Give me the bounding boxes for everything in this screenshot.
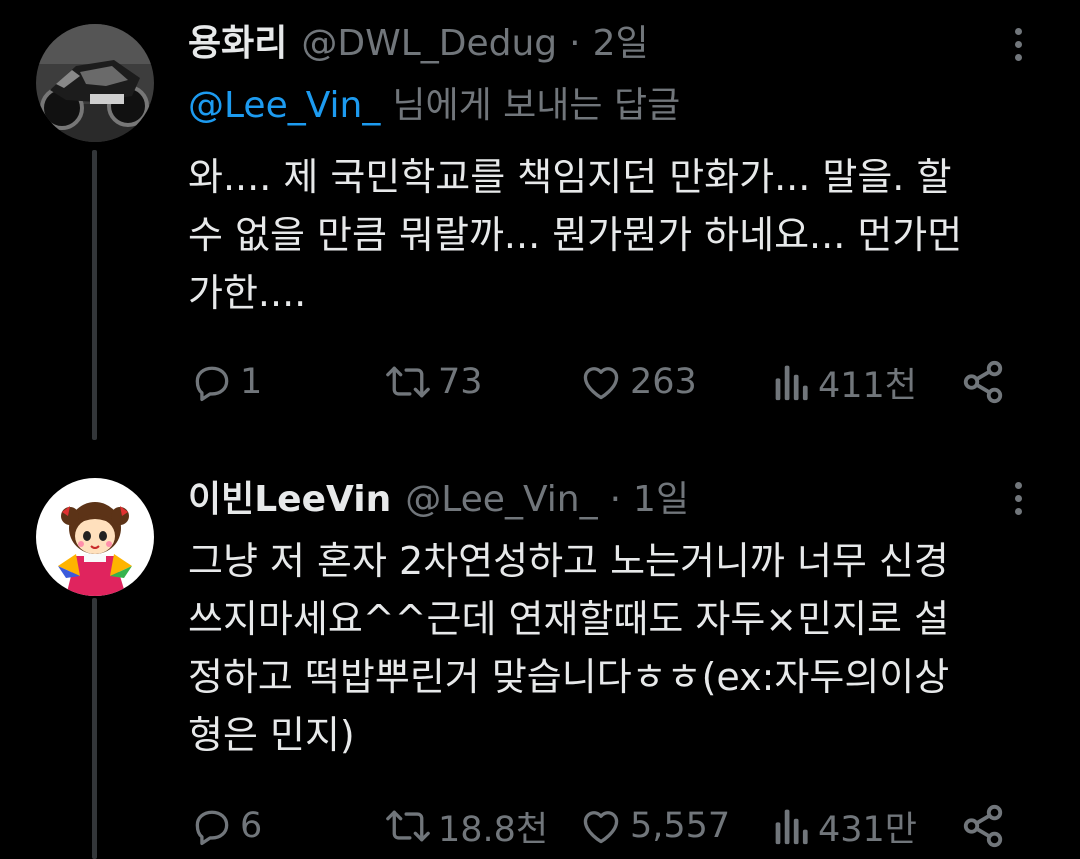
like-count: 5,557: [630, 806, 731, 846]
more-dot-icon: [1014, 507, 1022, 515]
more-dot-icon: [1014, 494, 1022, 502]
views-button[interactable]: 411천: [772, 354, 917, 410]
views-chart-icon: [775, 809, 808, 845]
heart-icon: [583, 367, 619, 400]
views-button[interactable]: 431만: [772, 798, 917, 854]
retweet-button[interactable]: 18.8천: [384, 798, 548, 854]
user-handle[interactable]: @DWL_Dedug: [301, 20, 557, 68]
more-dot-icon: [1014, 40, 1022, 48]
retweet-button[interactable]: 73: [384, 354, 483, 410]
more-options-button[interactable]: [998, 474, 1038, 522]
separator-dot: ·: [609, 479, 622, 520]
views-chart-icon: [775, 365, 808, 401]
reply-icon: [195, 366, 229, 402]
more-options-button[interactable]: [998, 20, 1038, 68]
user-handle[interactable]: @Lee_Vin_: [405, 476, 597, 524]
share-button[interactable]: [960, 354, 1006, 410]
retweet-count: 73: [438, 362, 483, 402]
motorcycle-avatar-icon: [36, 24, 154, 142]
like-button[interactable]: 5,557: [578, 798, 730, 854]
more-dot-icon: [1014, 53, 1022, 61]
retweet-icon: [386, 366, 430, 398]
timestamp[interactable]: 1일: [633, 476, 689, 524]
heart-icon: [583, 811, 619, 844]
reply-to-label: 님에게 보내는 답글: [392, 85, 681, 126]
thread-line: [92, 150, 97, 440]
share-icon: [963, 360, 1003, 404]
avatar[interactable]: [36, 478, 154, 596]
retweet-count: 18.8천: [438, 809, 549, 850]
reply-to-line: @Lee_Vin_ 님에게 보내는 답글: [188, 82, 680, 130]
timestamp[interactable]: 2일: [593, 20, 649, 68]
more-dot-icon: [1014, 27, 1022, 35]
tweet-actions: 1 73 263 411천: [188, 354, 1018, 410]
separator-dot: ·: [569, 23, 581, 64]
views-count: 411천: [818, 365, 918, 406]
tweet-header: 용화리 @DWL_Dedug · 2일: [188, 20, 649, 68]
reply-count: 6: [240, 806, 263, 846]
reply-count: 1: [240, 362, 263, 402]
tweet[interactable]: 용화리 @DWL_Dedug · 2일 @Lee_Vin_ 님에게 보내는 답글 …: [0, 0, 1080, 440]
reply-to-mention[interactable]: @Lee_Vin_: [188, 85, 380, 126]
thread-line: [92, 598, 97, 859]
avatar[interactable]: [36, 24, 154, 142]
display-name[interactable]: 이빈LeeVin: [188, 476, 391, 524]
tweet-text: 와.... 제 국민학교를 책임지던 만화가... 말을. 할 수 없을 만큼 …: [188, 155, 963, 315]
tweet[interactable]: 이빈LeeVin @Lee_Vin_ · 1일 그냥 저 혼자 2차연성하고 노…: [0, 460, 1080, 859]
like-button[interactable]: 263: [578, 354, 697, 410]
share-icon: [963, 804, 1003, 848]
reply-button[interactable]: 6: [190, 798, 262, 854]
cartoon-girl-avatar-icon: [36, 478, 154, 596]
display-name[interactable]: 용화리: [188, 20, 287, 68]
tweet-actions: 6 18.8천 5,557 431만: [188, 798, 1018, 854]
tweet-text: 그냥 저 혼자 2차연성하고 노는거니까 너무 신경 쓰지마세요^^근데 연재할…: [188, 539, 950, 757]
reply-icon: [195, 810, 229, 846]
views-count: 431만: [818, 809, 918, 850]
retweet-icon: [386, 810, 430, 842]
more-dot-icon: [1014, 481, 1022, 489]
tweet-header: 이빈LeeVin @Lee_Vin_ · 1일: [188, 476, 689, 524]
like-count: 263: [630, 362, 697, 402]
share-button[interactable]: [960, 798, 1006, 854]
reply-button[interactable]: 1: [190, 354, 262, 410]
